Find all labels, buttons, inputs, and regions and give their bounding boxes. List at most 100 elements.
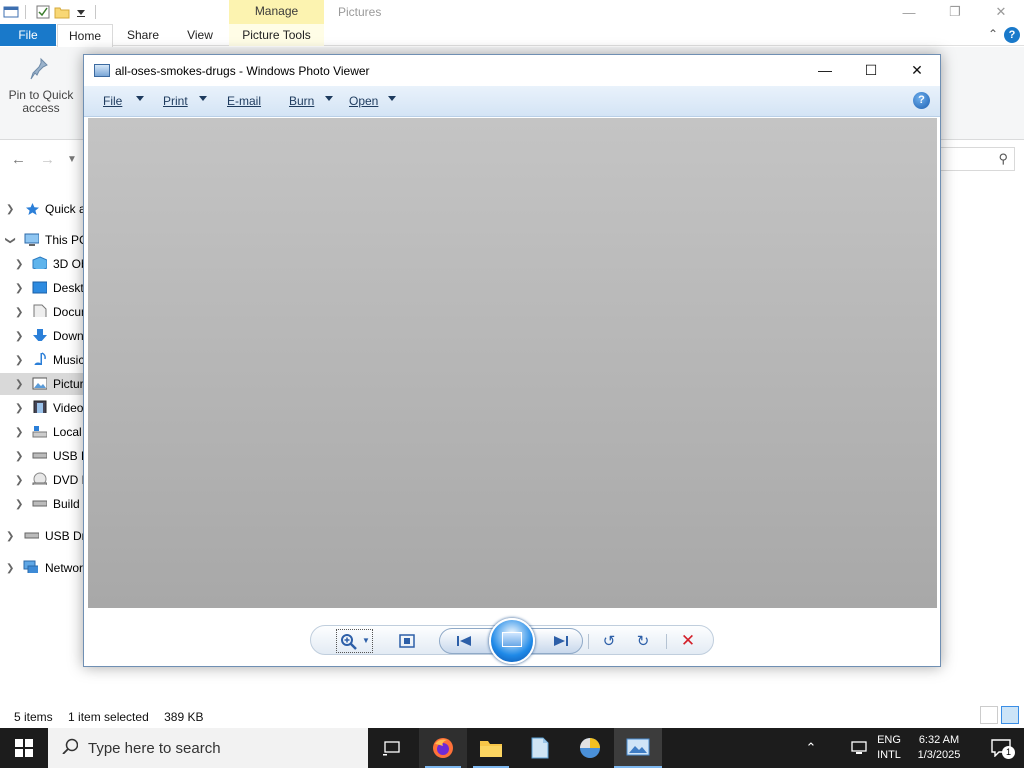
- nav-item-quick-access[interactable]: ❯ Quick access: [0, 198, 84, 220]
- chevron-right-icon[interactable]: ❯: [15, 451, 23, 462]
- next-icon[interactable]: [551, 631, 571, 651]
- tab-file[interactable]: File: [0, 24, 56, 46]
- minimize-icon[interactable]: —: [886, 0, 932, 24]
- zoom-dropdown-icon[interactable]: ▼: [362, 636, 370, 645]
- nav-item-videos[interactable]: ❯ Videos: [0, 397, 84, 419]
- chevron-down-icon[interactable]: [199, 96, 207, 101]
- controls-divider: [666, 634, 667, 649]
- nav-item-local-disk[interactable]: ❯ Local Disk: [0, 421, 84, 443]
- disc-drive-icon: [32, 472, 47, 485]
- nav-item-usb-drive-root[interactable]: ❯ USB Drive: [0, 525, 84, 547]
- chevron-right-icon[interactable]: ❯: [15, 355, 23, 366]
- tab-home[interactable]: Home: [57, 24, 113, 47]
- tab-view[interactable]: View: [173, 24, 227, 46]
- chevron-right-icon[interactable]: ❯: [6, 531, 14, 542]
- back-arrow-icon[interactable]: ←: [11, 151, 26, 168]
- pin-to-quick-access-button[interactable]: Pin to Quick access: [6, 57, 76, 115]
- recent-locations-chevron-icon[interactable]: ▼: [67, 154, 77, 165]
- nav-item-pictures[interactable]: ❯ Pictures: [0, 373, 84, 395]
- chevron-right-icon[interactable]: ❯: [6, 563, 14, 574]
- nav-item-network[interactable]: ❯ Network: [0, 557, 84, 579]
- nav-item-documents[interactable]: ❯ Documents: [0, 301, 84, 323]
- start-button[interactable]: [0, 728, 48, 768]
- taskbar-clock[interactable]: 6:32 AM 1/3/2025: [910, 733, 968, 763]
- input-language-indicator[interactable]: ENG INTL: [872, 733, 906, 763]
- chevron-right-icon[interactable]: ❯: [15, 379, 23, 390]
- chevron-right-icon[interactable]: ❯: [15, 427, 23, 438]
- nav-item-dvd-drive[interactable]: ❯ DVD Drive: [0, 469, 84, 491]
- minimize-icon[interactable]: —: [802, 55, 848, 85]
- action-center-button[interactable]: 1: [978, 728, 1024, 768]
- chevron-down-icon[interactable]: [388, 96, 396, 101]
- previous-icon[interactable]: [454, 631, 474, 651]
- details-view-icon[interactable]: [980, 706, 998, 724]
- photo-viewer-icon: [626, 738, 650, 756]
- chevron-right-icon[interactable]: ❯: [15, 331, 23, 342]
- tab-picture-tools[interactable]: Picture Tools: [229, 24, 324, 46]
- nav-item-build[interactable]: ❯ Build: [0, 493, 84, 515]
- task-view-button[interactable]: [368, 728, 416, 768]
- large-icons-view-icon[interactable]: [1001, 706, 1019, 724]
- nav-item-this-pc[interactable]: ❯ This PC: [0, 229, 84, 251]
- restore-icon[interactable]: ❐: [932, 0, 978, 24]
- chevron-down-icon[interactable]: ❯: [5, 236, 16, 244]
- taskbar-file-explorer[interactable]: [467, 728, 515, 768]
- taskbar: Type here to search ⌃ ENG INTL 6:32 AM 1…: [0, 728, 1024, 768]
- nav-item-desktop[interactable]: ❯ Desktop: [0, 277, 84, 299]
- quick-access-divider: [25, 5, 26, 19]
- search-input[interactable]: ⚲: [937, 147, 1015, 171]
- taskbar-browser-app[interactable]: [566, 728, 614, 768]
- folder-icon: [480, 741, 502, 757]
- close-icon[interactable]: ✕: [894, 55, 940, 85]
- menu-print[interactable]: Print: [163, 94, 188, 108]
- nav-item-3d-objects[interactable]: ❯ 3D Objects: [0, 253, 84, 275]
- pictures-icon: [32, 377, 47, 390]
- menu-burn[interactable]: Burn: [289, 94, 314, 108]
- taskbar-photo-viewer[interactable]: [614, 728, 662, 768]
- nav-item-usb-drive[interactable]: ❯ USB Drive: [0, 445, 84, 467]
- tab-share[interactable]: Share: [116, 24, 170, 46]
- chevron-right-icon[interactable]: ❯: [15, 259, 23, 270]
- nav-item-music[interactable]: ❯ Music: [0, 349, 84, 371]
- zoom-button[interactable]: ▼: [336, 629, 373, 653]
- chevron-down-icon[interactable]: [325, 96, 333, 101]
- nav-item-downloads[interactable]: ❯ Downloads: [0, 325, 84, 347]
- chevron-right-icon[interactable]: ❯: [15, 307, 23, 318]
- network-tray-button[interactable]: [846, 728, 872, 768]
- rotate-clockwise-icon[interactable]: ↻: [633, 631, 653, 651]
- new-folder-icon[interactable]: [54, 4, 70, 20]
- item-count: 5 items: [14, 710, 53, 724]
- chevron-right-icon[interactable]: ❯: [15, 403, 23, 414]
- chevron-right-icon[interactable]: ❯: [15, 475, 23, 486]
- menu-email[interactable]: E-mail: [227, 94, 261, 108]
- chevron-right-icon[interactable]: ❯: [15, 283, 23, 294]
- slideshow-button[interactable]: [489, 618, 535, 664]
- music-note-icon: [34, 352, 46, 365]
- taskbar-document-app[interactable]: [516, 728, 564, 768]
- controls-divider: [588, 634, 589, 649]
- chevron-right-icon[interactable]: ❯: [6, 204, 14, 215]
- rotate-counterclockwise-icon[interactable]: ↺: [599, 631, 619, 651]
- chevron-right-icon[interactable]: ❯: [15, 499, 23, 510]
- menu-file[interactable]: File: [103, 94, 122, 108]
- properties-icon[interactable]: [35, 4, 51, 20]
- maximize-icon[interactable]: ☐: [848, 55, 894, 85]
- search-icon: ⚲: [998, 151, 1008, 166]
- delete-icon[interactable]: ✕: [678, 631, 698, 651]
- close-icon[interactable]: ✕: [978, 0, 1024, 24]
- chevron-down-icon[interactable]: [136, 96, 144, 101]
- taskbar-search-box[interactable]: Type here to search: [48, 728, 368, 768]
- selection-size: 389 KB: [164, 710, 204, 724]
- help-icon[interactable]: ?: [1004, 27, 1020, 43]
- viewer-help-icon[interactable]: ?: [913, 92, 930, 109]
- forward-arrow-icon[interactable]: →: [40, 151, 55, 168]
- ribbon-collapse-icon[interactable]: ⌃: [988, 27, 998, 41]
- actual-size-icon[interactable]: [397, 631, 417, 651]
- show-hidden-icons-button[interactable]: ⌃: [798, 728, 824, 768]
- taskbar-firefox[interactable]: [419, 728, 467, 768]
- explorer-title-bar: [0, 0, 1024, 24]
- menu-label: Open: [349, 94, 379, 108]
- customize-quick-access-icon[interactable]: [73, 4, 89, 20]
- manage-contextual-tab[interactable]: Manage: [229, 0, 324, 24]
- menu-open[interactable]: Open: [349, 94, 378, 108]
